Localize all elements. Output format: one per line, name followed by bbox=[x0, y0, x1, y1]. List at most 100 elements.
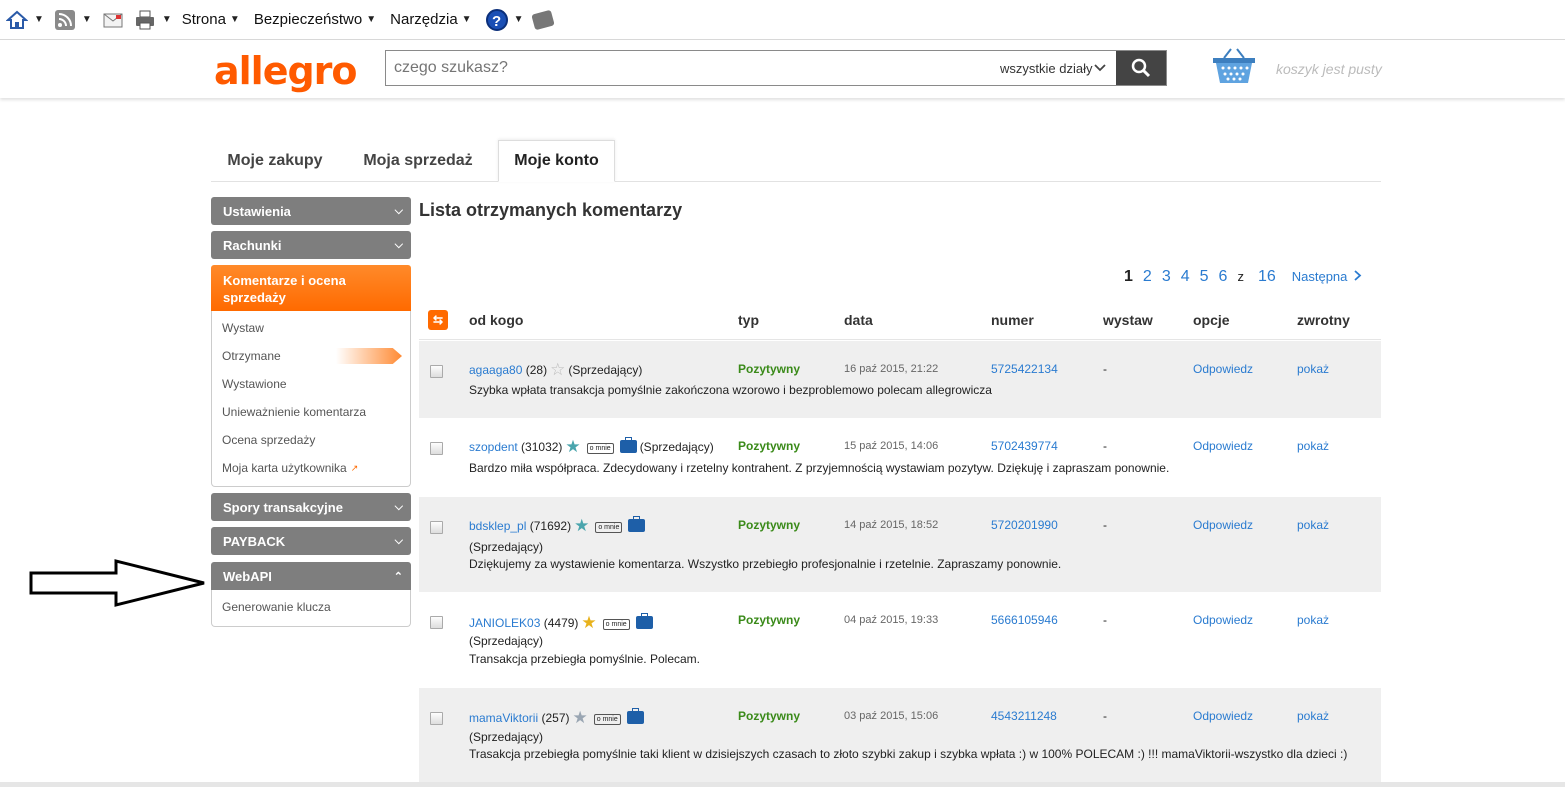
reply-link[interactable]: Odpowiedz bbox=[1193, 518, 1253, 532]
sidebar-item-otrzymane[interactable]: Otrzymane bbox=[212, 342, 410, 370]
transaction-number-link[interactable]: 5666105946 bbox=[991, 613, 1058, 627]
row-checkbox[interactable] bbox=[430, 365, 443, 378]
user-score: (4479) bbox=[543, 616, 579, 630]
sidebar-header-active[interactable]: Komentarze i ocena sprzedaży bbox=[211, 265, 411, 311]
show-reply-link[interactable]: pokaż bbox=[1297, 613, 1329, 627]
sidebar-header[interactable]: WebAPI ⌃ bbox=[211, 562, 411, 590]
sidebar-header[interactable]: Ustawienia ⌵ bbox=[211, 197, 411, 225]
table-row: agaaga80 (28) ☆ (Sprzedający) Szybka wpłat… bbox=[419, 341, 1381, 418]
search-input[interactable] bbox=[386, 51, 986, 85]
feedback-date: 04 paź 2015, 19:33 bbox=[844, 614, 939, 626]
about-me-badge[interactable]: o mnie bbox=[602, 619, 630, 630]
sidebar-item-ocena-sprzedazy[interactable]: Ocena sprzedaży bbox=[212, 426, 410, 454]
feedback-comment: Szybka wpłata transakcja pomyślnie zakoń… bbox=[469, 383, 992, 397]
account-tabs: Moje zakupy Moja sprzedaż Moje konto bbox=[211, 140, 1381, 182]
transaction-number-link[interactable]: 5720201990 bbox=[991, 518, 1058, 532]
sidebar-item-wystaw[interactable]: Wystaw bbox=[212, 314, 410, 342]
user-link[interactable]: mamaViktorii bbox=[469, 711, 538, 725]
mail-button[interactable] bbox=[102, 5, 124, 35]
sidebar-item-wystawione[interactable]: Wystawione bbox=[212, 370, 410, 398]
feedback-date: 16 paź 2015, 21:22 bbox=[844, 363, 939, 375]
basket-icon[interactable] bbox=[1211, 46, 1257, 86]
cart-status[interactable]: koszyk jest pusty bbox=[1276, 61, 1382, 77]
sidebar-item-generowanie-klucza[interactable]: Generowanie klucza bbox=[212, 593, 410, 621]
wystaw-value: - bbox=[1103, 439, 1107, 453]
next-page-link[interactable]: Następna bbox=[1292, 269, 1362, 284]
department-select[interactable]: wszystkie działy bbox=[986, 51, 1116, 85]
user-link[interactable]: JANIOLEK03 bbox=[469, 616, 540, 630]
sidebar-header[interactable]: Rachunki ⌵ bbox=[211, 231, 411, 259]
page-current: 1 bbox=[1124, 268, 1133, 285]
tab-moja-sprzedaz[interactable]: Moja sprzedaż bbox=[351, 140, 485, 182]
tab-moje-zakupy[interactable]: Moje zakupy bbox=[211, 140, 339, 182]
star-silver-icon: ★ bbox=[572, 708, 588, 727]
user-link[interactable]: agaaga80 bbox=[469, 363, 522, 377]
transaction-number-link[interactable]: 5702439774 bbox=[991, 439, 1058, 453]
chevron-down-icon: ▼ bbox=[461, 14, 472, 25]
row-checkbox[interactable] bbox=[430, 442, 443, 455]
chevron-down-icon[interactable]: ▼ bbox=[162, 14, 172, 25]
print-button[interactable]: ▼ bbox=[134, 5, 172, 35]
menu-strona-label: Strona bbox=[181, 11, 226, 28]
transaction-number-link[interactable]: 4543211248 bbox=[991, 709, 1057, 723]
page-last[interactable]: 16 bbox=[1258, 268, 1276, 286]
page-of-label: z bbox=[1237, 269, 1244, 284]
column-typ: typ bbox=[738, 312, 759, 328]
show-reply-link[interactable]: pokaż bbox=[1297, 709, 1329, 723]
star-teal-icon: ★ bbox=[565, 437, 581, 456]
menu-strona[interactable]: Strona ▼ bbox=[182, 11, 240, 28]
home-button[interactable]: ▼ bbox=[6, 5, 44, 35]
tab-moje-konto[interactable]: Moje konto bbox=[498, 140, 615, 182]
page-link[interactable]: 5 bbox=[1200, 268, 1209, 286]
star-teal-icon: ★ bbox=[574, 516, 590, 535]
search-bar: wszystkie działy bbox=[385, 50, 1167, 86]
sidebar-header[interactable]: PAYBACK ⌵ bbox=[211, 527, 411, 555]
show-reply-link[interactable]: pokaż bbox=[1297, 518, 1329, 532]
menu-bezpieczenstwo[interactable]: Bezpieczeństwo ▼ bbox=[254, 11, 376, 28]
allegro-logo[interactable]: allegro bbox=[214, 49, 358, 93]
about-me-badge[interactable]: o mnie bbox=[586, 443, 614, 454]
select-all-icon[interactable]: ⇆ bbox=[428, 310, 448, 330]
sidebar-section-ustawienia[interactable]: Ustawienia ⌵ bbox=[211, 197, 411, 225]
menu-narzedzia[interactable]: Narzędzia ▼ bbox=[390, 11, 471, 28]
about-me-badge[interactable]: o mnie bbox=[593, 714, 621, 725]
row-checkbox[interactable] bbox=[430, 616, 443, 629]
feeds-button[interactable]: ▼ bbox=[54, 5, 92, 35]
wystaw-value: - bbox=[1103, 362, 1107, 376]
show-reply-link[interactable]: pokaż bbox=[1297, 362, 1329, 376]
page-link[interactable]: 2 bbox=[1143, 268, 1152, 286]
sidebar-section-spory[interactable]: Spory transakcyjne ⌵ bbox=[211, 493, 411, 521]
sidebar-header[interactable]: Spory transakcyjne ⌵ bbox=[211, 493, 411, 521]
chevron-down-icon[interactable]: ▼ bbox=[514, 14, 524, 25]
feedback-type: Pozytywny bbox=[738, 518, 801, 532]
sidebar-section-payback[interactable]: PAYBACK ⌵ bbox=[211, 527, 411, 555]
reply-link[interactable]: Odpowiedz bbox=[1193, 709, 1253, 723]
tools-button[interactable] bbox=[531, 5, 556, 35]
sidebar-item-uniewaznienie[interactable]: Unieważnienie komentarza bbox=[212, 398, 410, 426]
user-score: (257) bbox=[541, 711, 570, 725]
page-link[interactable]: 6 bbox=[1219, 268, 1228, 286]
search-button[interactable] bbox=[1116, 51, 1166, 85]
sidebar-submenu: Generowanie klucza bbox=[211, 590, 411, 627]
page-link[interactable]: 4 bbox=[1181, 268, 1190, 286]
department-label: wszystkie działy bbox=[1000, 60, 1093, 76]
user-link[interactable]: szopdent bbox=[469, 440, 518, 454]
page-link[interactable]: 3 bbox=[1162, 268, 1171, 286]
chevron-down-icon[interactable]: ▼ bbox=[82, 14, 92, 25]
reply-link[interactable]: Odpowiedz bbox=[1193, 362, 1253, 376]
row-checkbox[interactable] bbox=[430, 712, 443, 725]
about-me-badge[interactable]: o mnie bbox=[595, 522, 623, 533]
feedback-date: 14 paź 2015, 18:52 bbox=[844, 519, 939, 531]
help-button[interactable]: ? ▼ bbox=[485, 5, 524, 35]
table-row: szopdent (31032) ★ o mnie (Sprzedający) Bar… bbox=[419, 418, 1381, 496]
reply-link[interactable]: Odpowiedz bbox=[1193, 439, 1253, 453]
sidebar-section-rachunki[interactable]: Rachunki ⌵ bbox=[211, 231, 411, 259]
reply-link[interactable]: Odpowiedz bbox=[1193, 613, 1253, 627]
chevron-down-icon[interactable]: ▼ bbox=[34, 14, 44, 25]
row-checkbox[interactable] bbox=[430, 521, 443, 534]
sidebar-item-moja-karta[interactable]: Moja karta użytkownika ↗ bbox=[212, 454, 410, 482]
user-link[interactable]: bdsklep_pl bbox=[469, 519, 526, 533]
user-score: (28) bbox=[525, 363, 548, 377]
show-reply-link[interactable]: pokaż bbox=[1297, 439, 1329, 453]
transaction-number-link[interactable]: 5725422134 bbox=[991, 362, 1058, 376]
